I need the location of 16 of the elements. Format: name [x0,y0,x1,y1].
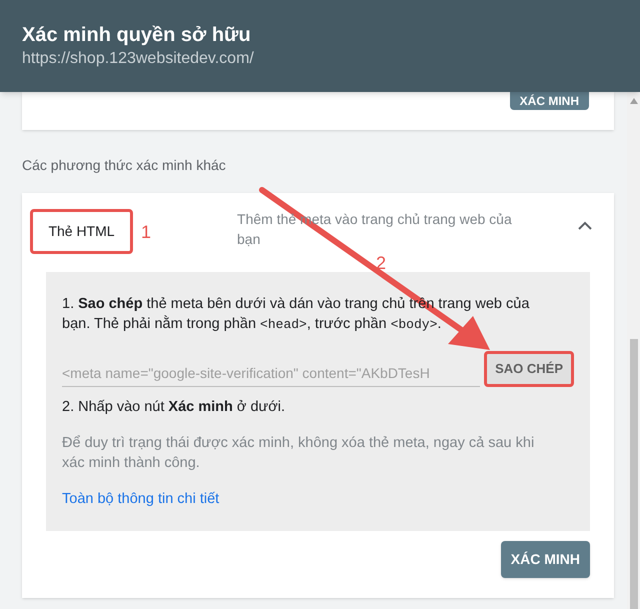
scrollbar-thumb[interactable] [630,339,638,609]
note-text: Để duy trì trạng thái được xác minh, không xóa thẻ meta, ngay cả sau khi xác minh thành công. [62,434,536,473]
verify-button[interactable]: XÁC MINH [510,92,589,110]
meta-tag-field[interactable]: <meta name="google-site-verification" content="AKbDTesH [62,363,480,387]
step-two-text: 2. Nhấp vào nút Xác minh ở dưới. [62,398,286,417]
section-label: Các phương thức xác minh khác [22,156,227,175]
dialog-title: Xác minh quyền sở hữu [22,23,252,48]
details-link[interactable]: Toàn bộ thông tin chi tiết [62,488,220,510]
verify-button[interactable]: XÁC MINH [500,540,590,578]
scroll-up-icon[interactable] [630,98,638,104]
annotation-number: 1 [141,221,152,244]
method-name[interactable]: Thẻ HTML [30,209,133,254]
site-url: https://shop.123websitedev.com/ [22,49,255,69]
chevron-up-icon[interactable] [578,221,592,230]
copy-button[interactable]: SAO CHÉP [484,351,574,387]
annotation-number: 2 [376,252,386,275]
